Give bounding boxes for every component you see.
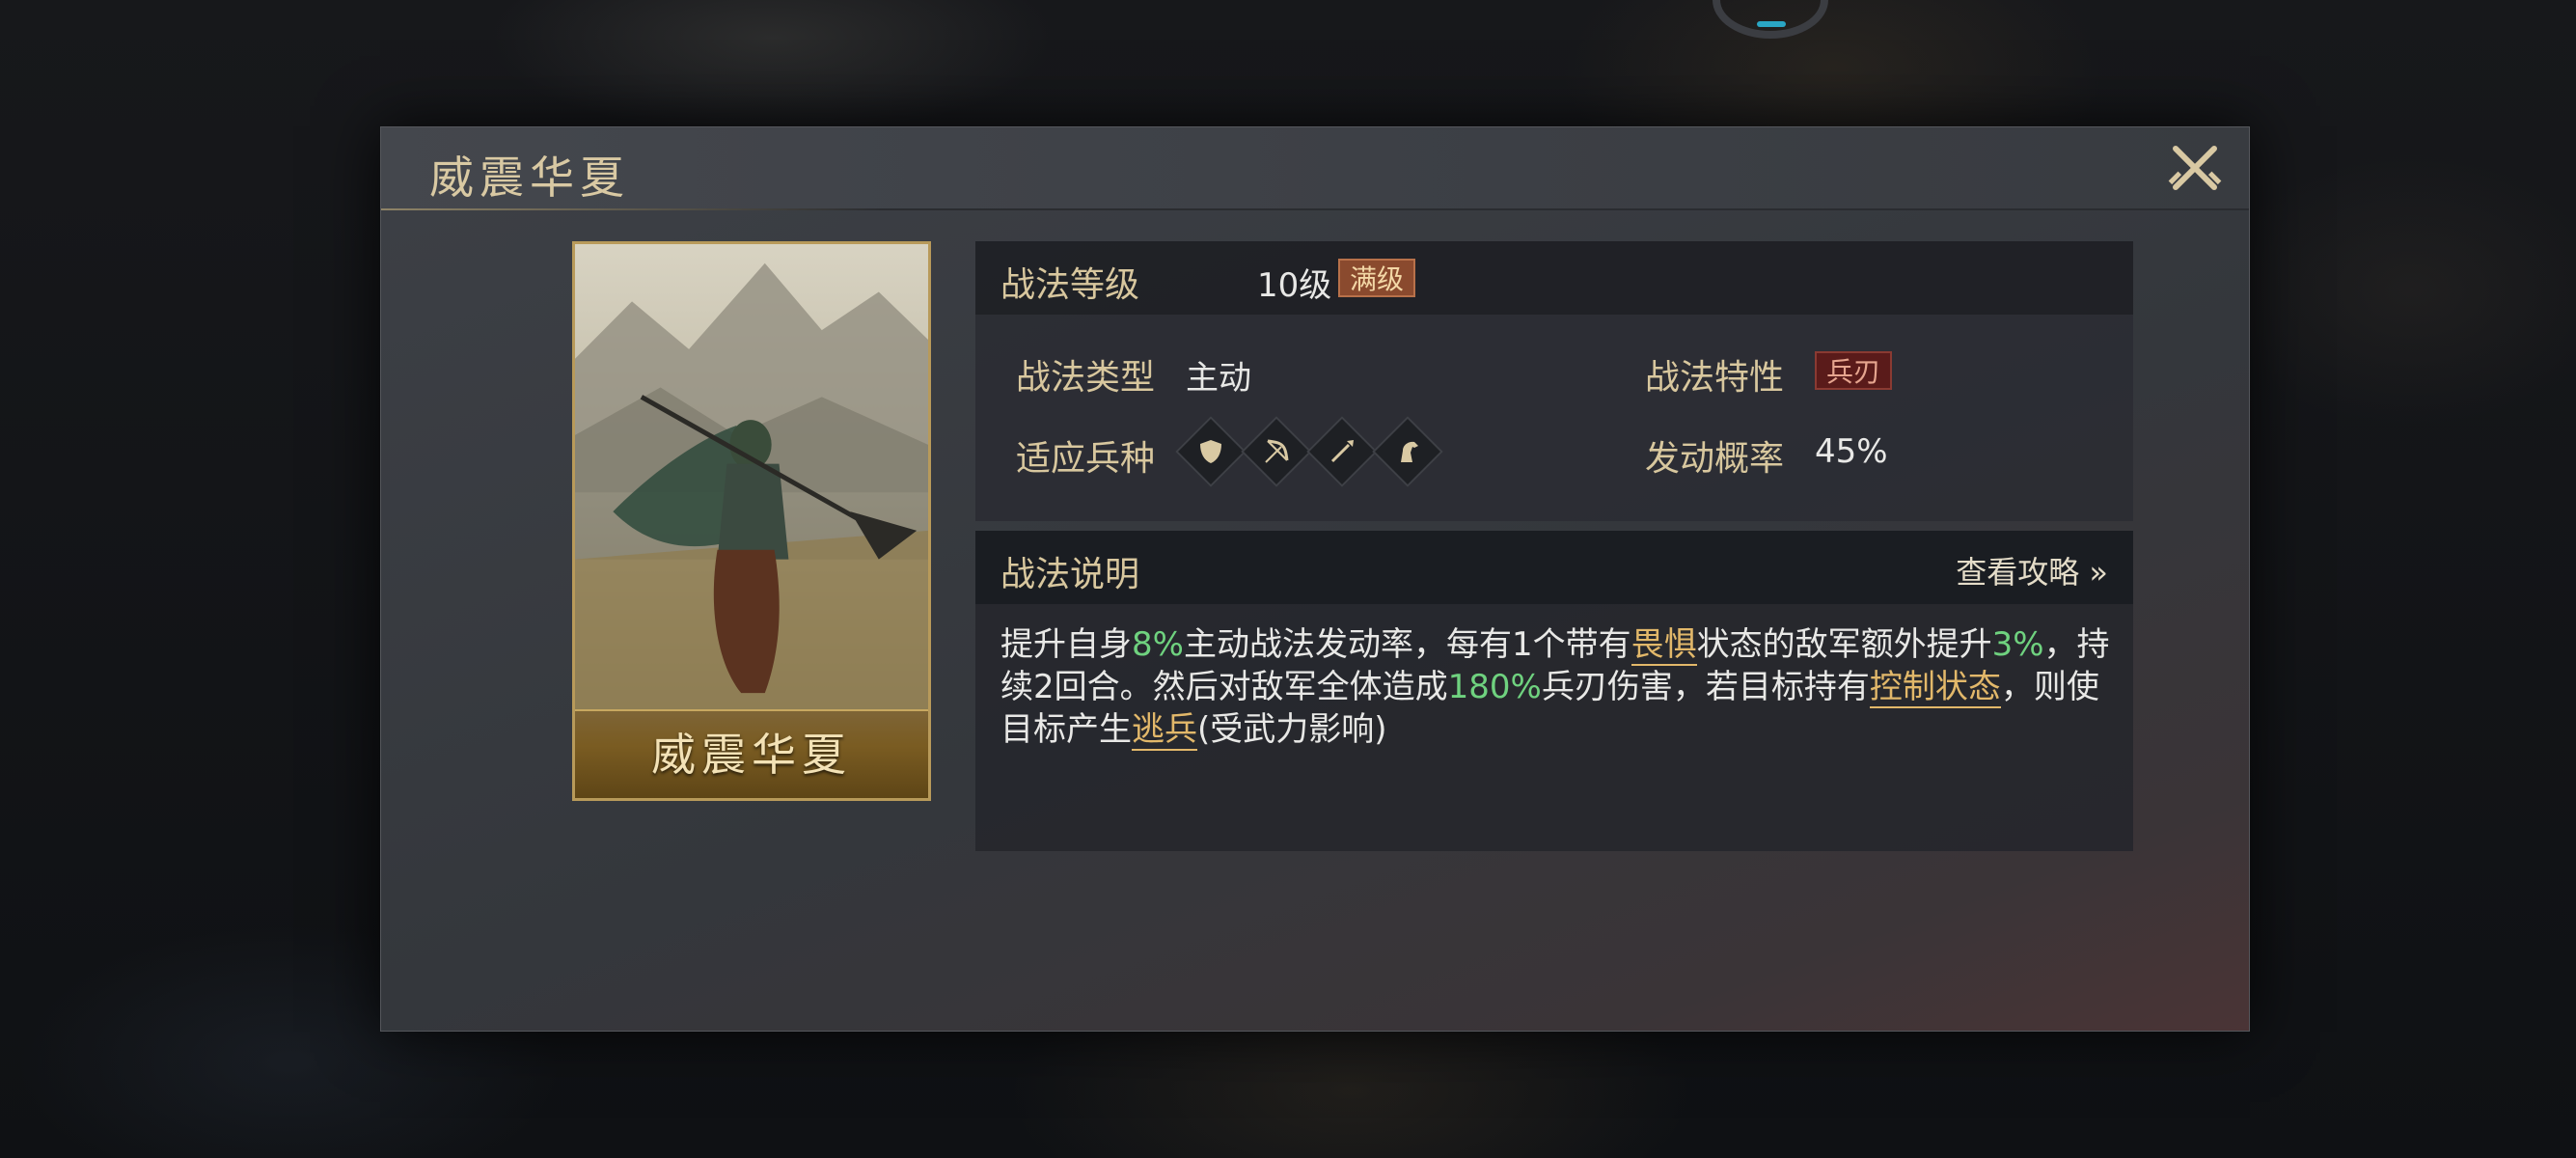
tactic-info-box: 战法等级 10级 满级 战法类型 主动 战法特性 兵刃 适应兵种 发动概率 45… bbox=[975, 241, 2133, 521]
close-button[interactable] bbox=[2164, 137, 2226, 199]
trait-label: 战法特性 bbox=[1645, 358, 1785, 398]
tactic-detail-panel: 威震华夏 威震华夏 战法等级 10级 满级 战法类型 主动 战法特性 兵刃 适应… bbox=[380, 126, 2250, 1032]
description-keyword[interactable]: 畏惧 bbox=[1631, 625, 1697, 666]
rate-value: 45% bbox=[1815, 432, 1888, 471]
description-keyword[interactable]: 控制状态 bbox=[1869, 668, 2001, 708]
level-row: 战法等级 10级 满级 bbox=[975, 241, 2133, 315]
description-segment: 提升自身 bbox=[1000, 625, 1132, 664]
max-level-badge: 满级 bbox=[1338, 259, 1416, 297]
description-segment: 状态的敌军额外提升 bbox=[1696, 625, 1992, 664]
troop-icons bbox=[1175, 416, 1443, 487]
tactic-description-box: 战法说明 查看攻略 » 提升自身8%主动战法发动率，每有1个带有畏惧状态的敌军额… bbox=[975, 531, 2133, 851]
card-name-plate: 威震华夏 bbox=[575, 709, 928, 798]
bow-troop-icon bbox=[1241, 416, 1312, 487]
trait-badge: 兵刃 bbox=[1815, 351, 1893, 390]
description-text: 提升自身8%主动战法发动率，每有1个带有畏惧状态的敌军额外提升3%，持续2回合。… bbox=[1000, 623, 2110, 751]
type-label: 战法类型 bbox=[1016, 358, 1156, 398]
panel-title: 威震华夏 bbox=[429, 152, 630, 204]
troops-label: 适应兵种 bbox=[1016, 439, 1156, 479]
panel-header: 威震华夏 bbox=[381, 127, 2249, 210]
crossed-swords-close-icon bbox=[2168, 146, 2222, 190]
rate-label: 发动概率 bbox=[1645, 439, 1785, 479]
description-segment: (受武力影响) bbox=[1197, 710, 1387, 749]
description-header: 战法说明 查看攻略 » bbox=[975, 531, 2133, 604]
horse-troop-icon bbox=[1372, 416, 1443, 487]
spear-troop-icon bbox=[1306, 416, 1378, 487]
type-value: 主动 bbox=[1186, 359, 1251, 398]
description-value-highlight: 8% bbox=[1132, 625, 1184, 664]
description-value-highlight: 180% bbox=[1447, 668, 1542, 706]
level-label: 战法等级 bbox=[1000, 265, 1140, 305]
description-title: 战法说明 bbox=[1000, 555, 1140, 594]
level-value: 10级 bbox=[1257, 266, 1332, 305]
view-guide-link[interactable]: 查看攻略 » bbox=[1956, 548, 2108, 593]
shield-troop-icon bbox=[1175, 416, 1247, 487]
description-segment: 主动战法发动率，每有1个带有 bbox=[1183, 625, 1631, 664]
tactic-card: 威震华夏 bbox=[572, 241, 931, 801]
description-value-highlight: 3% bbox=[1991, 625, 2044, 664]
description-keyword[interactable]: 逃兵 bbox=[1132, 710, 1197, 751]
description-segment: 兵刃伤害，若目标持有 bbox=[1541, 668, 1870, 706]
